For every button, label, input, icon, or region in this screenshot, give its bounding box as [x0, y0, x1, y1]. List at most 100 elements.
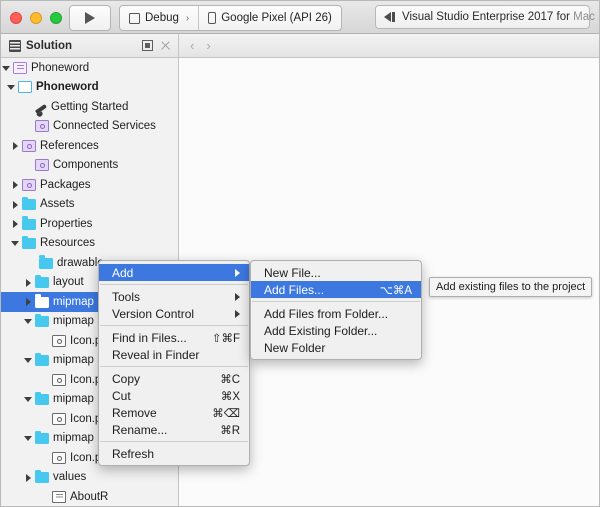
- forward-icon[interactable]: ›: [206, 39, 210, 52]
- folder-icon: [35, 391, 49, 406]
- twisty-open-icon[interactable]: [1, 62, 12, 73]
- solution-pad-title-wrap: Solution: [1, 39, 72, 52]
- vs-mac-window: Debug › Google Pixel (API 26) Visual Stu…: [0, 0, 600, 507]
- breadcrumb-navbar: ‹ ›: [179, 34, 599, 58]
- tree-row-label: Icon.p: [70, 334, 102, 347]
- menu-item[interactable]: New Folder: [251, 339, 421, 356]
- run-button[interactable]: [69, 5, 111, 31]
- png-icon: [52, 451, 66, 464]
- tree-row-label: Connected Services: [53, 120, 156, 133]
- menu-item[interactable]: Cut ⌘X: [99, 387, 249, 404]
- menu-item[interactable]: Add: [99, 264, 249, 281]
- tree-row-label: Phoneword: [36, 81, 99, 94]
- menu-item-label: Find in Files...: [112, 330, 187, 345]
- pin-icon[interactable]: [142, 40, 153, 51]
- menu-item[interactable]: Add Existing Folder...: [251, 322, 421, 339]
- maximize-window-button[interactable]: [50, 12, 62, 24]
- menu-item-label: Add: [112, 265, 134, 280]
- app-title: Visual Studio Enterprise 2017 for Mac: [402, 11, 595, 23]
- solution-pad-icon: [9, 39, 21, 52]
- close-window-button[interactable]: [10, 12, 22, 24]
- menu-item[interactable]: Find in Files... ⇧⌘F: [99, 329, 249, 346]
- tree-row-label: Properties: [40, 217, 93, 230]
- tree-row-label: drawable: [57, 256, 104, 269]
- tree-row[interactable]: Resources: [1, 234, 178, 254]
- menu-item[interactable]: Copy ⌘C: [99, 370, 249, 387]
- folder-icon: [35, 294, 49, 308]
- twisty-open-icon[interactable]: [10, 238, 21, 249]
- solution-icon: [13, 61, 27, 74]
- png-icon: [52, 334, 66, 347]
- menu-item[interactable]: Refresh: [99, 445, 249, 462]
- tree-row[interactable]: Phoneword: [1, 78, 178, 98]
- configuration-selector[interactable]: Debug ›: [120, 6, 198, 30]
- folder-icon: [22, 235, 36, 250]
- twisty-open-icon[interactable]: [23, 316, 34, 327]
- tree-row-label: mipmap: [53, 393, 94, 406]
- tree-row-label: Components: [53, 159, 119, 172]
- menu-item-label: Add Files from Folder...: [264, 306, 389, 321]
- tree-row[interactable]: AboutR: [1, 487, 178, 506]
- folder-icon: [35, 469, 49, 484]
- tree-row-label: Packages: [40, 178, 91, 191]
- tree-row[interactable]: Getting Started: [1, 97, 178, 117]
- menu-item[interactable]: Reveal in Finder: [99, 346, 249, 363]
- twisty-closed-icon[interactable]: [23, 472, 34, 483]
- minimize-window-button[interactable]: [30, 12, 42, 24]
- back-icon[interactable]: ‹: [190, 39, 194, 52]
- twisty-closed-icon[interactable]: [10, 140, 21, 151]
- twisty-open-icon[interactable]: [23, 355, 34, 366]
- menu-item[interactable]: Rename... ⌘R: [99, 421, 249, 438]
- tree-row[interactable]: Components: [1, 156, 178, 176]
- menu-item[interactable]: Remove ⌘⌫: [99, 404, 249, 421]
- title-bar: Debug › Google Pixel (API 26) Visual Stu…: [1, 1, 599, 34]
- tree-row[interactable]: Connected Services: [1, 117, 178, 137]
- solution-pad-buttons: [142, 40, 178, 51]
- purple-icon: [35, 159, 49, 172]
- twisty-open-icon[interactable]: [23, 394, 34, 405]
- menu-item[interactable]: Add Files from Folder...: [251, 305, 421, 322]
- menu-item-shortcut: ⌥⌘A: [379, 284, 412, 297]
- device-selector[interactable]: Google Pixel (API 26): [198, 6, 341, 30]
- tree-row-label: mipmap: [53, 295, 94, 308]
- menu-item-shortcut: ⌘R: [220, 424, 240, 437]
- close-icon[interactable]: [160, 40, 171, 51]
- twisty-open-icon[interactable]: [23, 433, 34, 444]
- menu-item[interactable]: New File...: [251, 264, 421, 281]
- menu-item-shortcut: ⌘C: [220, 373, 240, 386]
- menu-item[interactable]: Version Control: [99, 305, 249, 322]
- tree-row[interactable]: Phoneword: [1, 58, 178, 78]
- menu-item[interactable]: Tools: [99, 288, 249, 305]
- menu-item-shortcut: ⌘⌫: [212, 407, 240, 420]
- tree-row-label: Getting Started: [51, 100, 129, 113]
- tree-row[interactable]: References: [1, 136, 178, 156]
- twisty-closed-icon[interactable]: [10, 218, 21, 229]
- twisty-closed-icon[interactable]: [10, 199, 21, 210]
- menu-item[interactable]: Add Files... ⌥⌘A: [251, 281, 421, 298]
- tree-row[interactable]: Properties: [1, 214, 178, 234]
- twisty-open-icon[interactable]: [6, 82, 17, 93]
- twisty-closed-icon[interactable]: [23, 296, 34, 307]
- menu-item-label: Add Files...: [264, 282, 325, 297]
- tree-row-label: Phoneword: [31, 61, 90, 74]
- tree-row[interactable]: Packages: [1, 175, 178, 195]
- menu-separator: [252, 301, 420, 302]
- menu-item-label: New File...: [264, 265, 321, 280]
- menu-item-shortcut: ⇧⌘F: [211, 332, 240, 345]
- tree-row[interactable]: values: [1, 468, 178, 488]
- purple-icon: [35, 120, 49, 133]
- configuration-label: Debug: [145, 12, 179, 24]
- tree-row-label: AboutR: [70, 490, 109, 503]
- twisty-closed-icon[interactable]: [23, 277, 34, 288]
- page-title: Solution: [26, 39, 72, 52]
- tree-row[interactable]: Assets: [1, 195, 178, 215]
- tree-row-label: Assets: [40, 198, 75, 211]
- twisty-closed-icon[interactable]: [10, 179, 21, 190]
- chevron-right-icon: ›: [185, 12, 190, 24]
- menu-separator: [100, 325, 248, 326]
- purple-icon: [22, 178, 36, 191]
